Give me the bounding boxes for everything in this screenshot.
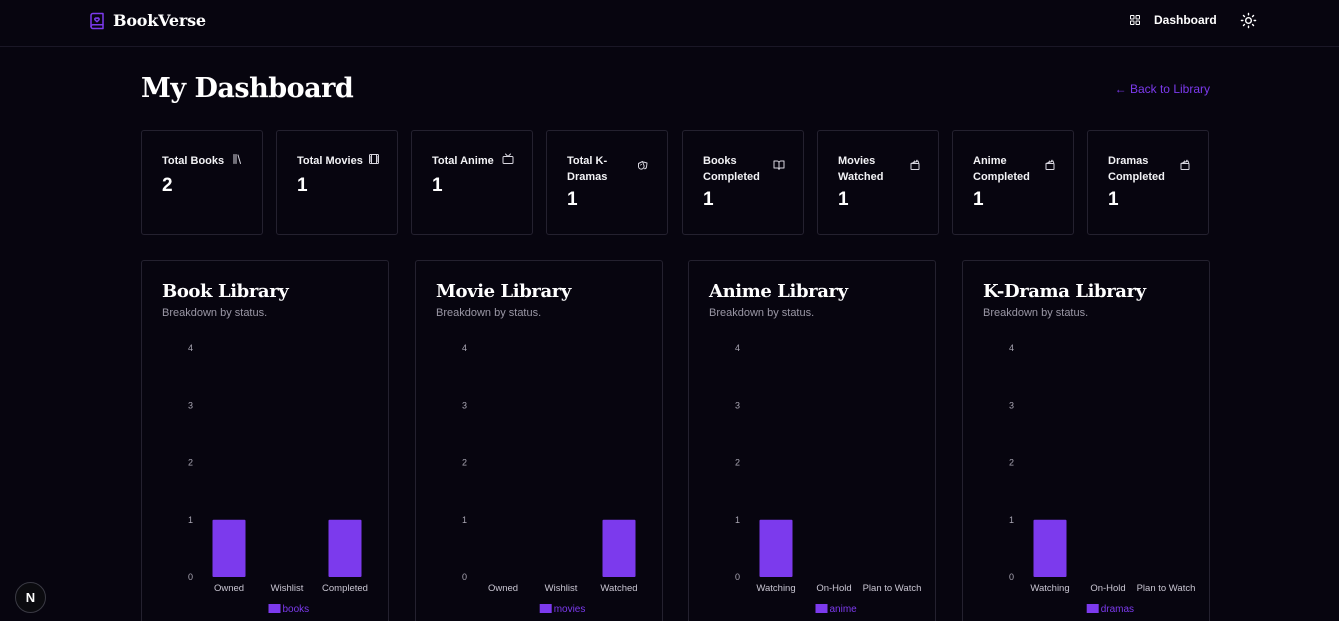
film-icon	[369, 154, 379, 164]
nav-dashboard-link[interactable]: Dashboard	[1129, 13, 1217, 27]
library-icon	[233, 154, 241, 164]
nav-dashboard-label: Dashboard	[1154, 13, 1217, 27]
back-to-library-link[interactable]: ← Back to Library	[1115, 82, 1210, 96]
x-tick-label: Owned	[488, 583, 518, 594]
dev-tools-badge[interactable]: N	[15, 582, 46, 613]
y-tick-label: 1	[735, 515, 740, 525]
chart-card: Movie Library Breakdown by status. 0 1 2 3 4 Ow…	[415, 260, 663, 621]
bar-chart: 0 1 2 3 4 Watching On-Hold Plan to Watch anime	[735, 343, 922, 615]
y-tick-label: 0	[735, 572, 740, 582]
stat-value: 1	[432, 175, 443, 196]
bar[interactable]	[328, 519, 362, 577]
x-tick-label: Watching	[1030, 583, 1069, 594]
stat-value: 2	[162, 175, 173, 196]
theme-toggle-button[interactable]	[1240, 12, 1257, 29]
y-tick-label: 1	[1009, 515, 1014, 525]
stat-label: Movies Watched	[838, 155, 884, 183]
y-tick-label: 3	[735, 400, 740, 410]
y-tick-label: 0	[188, 572, 193, 582]
stat-label: Total Movies	[297, 155, 363, 167]
drama-masks-icon	[638, 161, 648, 170]
y-tick-label: 2	[735, 458, 740, 468]
y-tick-label: 1	[188, 515, 193, 525]
x-tick-label: Watched	[600, 583, 637, 594]
y-tick-label: 3	[1009, 400, 1014, 410]
bar-chart: 0 1 2 3 4 Watching On-Hold Plan to Watchdramas	[1009, 343, 1196, 615]
x-tick-label: Completed	[322, 583, 368, 594]
bar[interactable]	[1033, 519, 1067, 577]
bar-chart: 0 1 2 3 4 Owned Wishlist Watched movies	[462, 343, 638, 615]
x-tick-label: Plan to Watch	[1137, 583, 1196, 594]
y-tick-label: 0	[1009, 572, 1014, 582]
stat-value: 1	[297, 175, 308, 196]
brand-link[interactable]: BookVerse	[88, 11, 206, 30]
stat-label: Total Books	[162, 155, 225, 167]
legend-label[interactable]: books	[283, 604, 310, 615]
y-tick-label: 4	[1009, 343, 1014, 353]
clapperboard-icon	[1180, 159, 1190, 170]
y-tick-label: 3	[462, 400, 467, 410]
stat-card: Total Books 2	[141, 130, 263, 235]
y-tick-label: 4	[188, 343, 193, 353]
dev-badge-label: N	[25, 590, 36, 605]
x-tick-label: Plan to Watch	[863, 583, 922, 594]
layout-grid-icon	[1130, 15, 1140, 25]
stat-card: Movies Watched 1	[817, 130, 939, 235]
x-tick-label: Wishlist	[545, 583, 578, 594]
chart-card: K-Drama Library Breakdown by status. 0 1 2 3 4…	[962, 260, 1210, 621]
legend-label[interactable]: dramas	[1101, 604, 1134, 615]
stat-card: Anime Completed 1	[952, 130, 1074, 235]
stat-card: Total Movies 1	[276, 130, 398, 235]
y-tick-label: 0	[462, 572, 467, 582]
legend-swatch	[539, 604, 552, 613]
clapperboard-icon	[910, 159, 920, 170]
y-tick-label: 2	[1009, 458, 1014, 468]
top-nav: BookVerse Dashboard	[0, 0, 1339, 47]
book-heart-icon	[90, 12, 104, 29]
tv-icon	[502, 153, 514, 164]
sun-icon	[1240, 12, 1257, 29]
x-tick-label: Wishlist	[271, 583, 304, 594]
bar[interactable]	[602, 519, 636, 577]
stat-card: Dramas Completed 1	[1087, 130, 1209, 235]
legend-swatch	[815, 604, 828, 613]
legend-swatch	[268, 604, 281, 613]
stat-card: Total K-Dramas 1	[546, 130, 668, 235]
y-tick-label: 1	[462, 515, 467, 525]
chart-card: Anime Library Breakdown by status. 0 1 2 3 4 Wa…	[688, 260, 936, 621]
legend-label[interactable]: movies	[554, 604, 586, 615]
stat-card: Books Completed 1	[682, 130, 804, 235]
stat-value: 1	[703, 189, 714, 210]
x-tick-label: On-Hold	[816, 583, 851, 594]
brand-name: BookVerse	[113, 11, 206, 30]
stat-label: Dramas Completed	[1108, 155, 1165, 183]
page-title: My Dashboard	[141, 73, 354, 104]
chart-card: Book Library Breakdown by status. 0 1 2 3 4 Own…	[141, 260, 389, 621]
legend-label[interactable]: anime	[830, 604, 858, 615]
x-tick-label: Owned	[214, 583, 244, 594]
clapperboard-icon	[1045, 159, 1055, 170]
stat-label: Total K-Dramas	[567, 155, 608, 183]
stat-value: 1	[838, 189, 849, 210]
x-tick-label: Watching	[756, 583, 795, 594]
stat-value: 1	[1108, 189, 1119, 210]
stat-label: Books Completed	[703, 155, 760, 183]
stat-card: Total Anime 1	[411, 130, 533, 235]
y-tick-label: 3	[188, 400, 193, 410]
stat-label: Total Anime	[432, 155, 494, 167]
stat-label: Anime Completed	[973, 155, 1030, 183]
bar-chart: 0 1 2 3 4 Owned Wishlist Completed books	[188, 343, 368, 615]
y-tick-label: 2	[188, 458, 193, 468]
y-tick-label: 4	[735, 343, 740, 353]
stat-value: 1	[973, 189, 984, 210]
legend-swatch	[1086, 604, 1099, 613]
x-tick-label: On-Hold	[1090, 583, 1125, 594]
y-tick-label: 2	[462, 458, 467, 468]
bar[interactable]	[759, 519, 793, 577]
stat-value: 1	[567, 189, 578, 210]
y-tick-label: 4	[462, 343, 467, 353]
book-open-icon	[773, 160, 785, 170]
bar[interactable]	[212, 519, 246, 577]
